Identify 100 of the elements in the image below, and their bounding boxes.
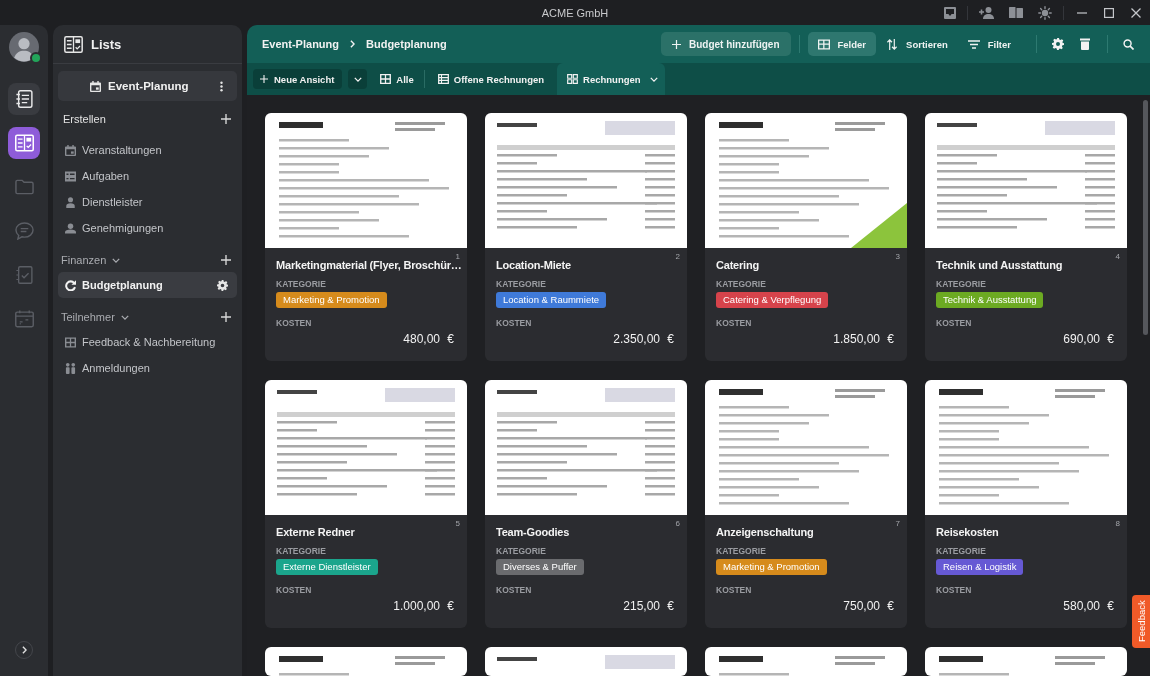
chevron-down-icon[interactable]	[112, 257, 121, 263]
add-user-icon[interactable]	[979, 6, 994, 19]
field-label: KATEGORIE	[276, 545, 326, 557]
chat-icon	[14, 222, 34, 240]
section-title: Finanzen	[61, 254, 107, 266]
card-title: Team-Goodies	[496, 525, 570, 540]
add-icon[interactable]	[221, 114, 231, 124]
search-icon[interactable]	[1123, 38, 1134, 50]
category-tag: Marketing & Promotion	[716, 559, 827, 575]
card[interactable]: 5 Externe Redner KATEGORIE Externe Dienstleister KOSTEN 1.000,00 €	[265, 380, 467, 628]
cost-value: 580,00 €	[1062, 598, 1115, 614]
sidebar-item[interactable]: Aufgaben	[58, 163, 237, 189]
nav-button[interactable]	[8, 83, 40, 115]
calendar-icon	[90, 80, 101, 92]
sun-icon[interactable]	[1038, 5, 1052, 20]
sidebar-item[interactable]: Feedback & Nachbereitung	[58, 329, 237, 355]
table-icon	[65, 336, 76, 348]
card[interactable]: 1 Marketingmaterial (Flyer, Broschür… KATEGORIE Marketing & Promotion KOSTEN 480,00 €	[265, 113, 467, 361]
field-label: KOSTEN	[496, 584, 532, 596]
card[interactable]: 6 Team-Goodies KATEGORIE Diverses & Puffer KOSTEN 215,00 €	[485, 380, 687, 628]
card-number: 5	[455, 519, 460, 529]
scrollbar-thumb[interactable]	[1143, 100, 1148, 335]
add-icon[interactable]	[221, 255, 231, 265]
list-icon	[437, 74, 449, 84]
more-options-icon[interactable]	[220, 80, 223, 92]
section-title: Erstellen	[63, 113, 106, 125]
filter-icon	[967, 38, 980, 50]
view-tab[interactable]: Offene Rechnungen	[427, 63, 555, 95]
category-tag: Catering & Verpflegung	[716, 292, 829, 308]
table-icon	[380, 74, 392, 84]
field-label: KATEGORIE	[716, 545, 766, 557]
filter-button[interactable]: Filter	[957, 32, 1021, 56]
person-icon	[65, 222, 76, 234]
list-icon	[65, 170, 76, 182]
card[interactable]: 4 Technik und Ausstattung KATEGORIE Technik & Ausstattung KOSTEN 690,00 €	[925, 113, 1127, 361]
sidebar-title: Lists	[91, 36, 122, 52]
card-number: 7	[895, 519, 900, 529]
view-tab[interactable]: Alle	[370, 63, 424, 95]
card-title: Technik und Ausstattung	[936, 258, 1063, 273]
person-icon	[65, 196, 76, 208]
trash-icon[interactable]	[1080, 38, 1090, 50]
workspace-selector[interactable]: Event-Planung	[58, 71, 237, 101]
inbox-icon[interactable]	[944, 6, 956, 19]
close-icon[interactable]	[1131, 7, 1141, 18]
window-title: ACME GmbH	[541, 6, 609, 19]
new-view-button[interactable]: Neue Ansicht	[253, 69, 343, 89]
refresh-icon	[65, 279, 76, 291]
chevron-down-icon[interactable]	[120, 314, 129, 320]
cost-value: 1.850,00 €	[832, 331, 895, 347]
card[interactable]: 3 Catering KATEGORIE Catering & Verpflegung KOSTEN 1.850,00 €	[705, 113, 907, 361]
sort-button[interactable]: Sortieren	[876, 32, 958, 56]
card-number: 3	[895, 252, 900, 262]
settings-icon[interactable]	[1052, 38, 1064, 50]
nav-button[interactable]	[8, 127, 40, 159]
card-title: Location-Miete	[496, 258, 571, 273]
cards-icon[interactable]	[1009, 7, 1023, 18]
category-tag: Technik & Ausstattung	[936, 292, 1044, 308]
add-icon[interactable]	[221, 312, 231, 322]
section-title: Teilnehmer	[61, 311, 115, 323]
view-tab[interactable]: Rechnungen	[557, 63, 665, 95]
category-tag: Reisen & Logistik	[936, 559, 1024, 575]
field-label: KOSTEN	[276, 317, 312, 329]
sidebar-item[interactable]: Budgetplanung	[58, 272, 237, 298]
sidebar-item[interactable]: Veranstaltungen	[58, 137, 237, 163]
sort-icon	[886, 38, 899, 50]
chevron-right-icon	[21, 646, 27, 654]
field-label: KATEGORIE	[496, 278, 546, 290]
fields-button[interactable]: Felder	[807, 32, 877, 56]
card-title: Marketingmaterial (Flyer, Broschür…	[276, 259, 462, 273]
card-title: Externe Redner	[276, 525, 355, 540]
notebook-icon	[14, 90, 34, 108]
plus-icon	[672, 39, 681, 49]
minimize-icon[interactable]	[1077, 11, 1087, 14]
card-number: 1	[455, 252, 460, 261]
card-number: 4	[1115, 252, 1120, 262]
cost-value: 480,00 €	[402, 331, 455, 347]
grid-icon	[567, 74, 579, 84]
breadcrumb-link[interactable]: Event-Planung	[262, 38, 339, 50]
avatar-icon[interactable]	[9, 32, 39, 62]
maximize-icon[interactable]	[1104, 7, 1114, 18]
field-label: KATEGORIE	[936, 278, 986, 290]
card[interactable]: 7 Anzeigenschaltung KATEGORIE Marketing & Promotion KOSTEN 750,00 €	[705, 380, 907, 628]
add-budget-button[interactable]: Budget hinzufügen	[661, 32, 791, 56]
card[interactable]: 2 Location-Miete KATEGORIE Location & Raummiete KOSTEN 2.350,00 €	[485, 113, 687, 361]
dropdown-button[interactable]	[348, 69, 368, 89]
sidebar-item[interactable]: Genehmigungen	[58, 215, 237, 241]
category-tag: Diverses & Puffer	[496, 559, 584, 575]
sidebar-item[interactable]: Anmeldungen	[58, 355, 237, 381]
folder-icon	[14, 178, 34, 196]
calendar-icon	[14, 310, 34, 328]
checklist-board-icon	[14, 134, 34, 152]
sidebar-item[interactable]: Dienstleister	[58, 189, 237, 215]
card-title: Reisekosten	[936, 525, 999, 540]
settings-icon[interactable]	[217, 279, 228, 291]
field-label: KOSTEN	[716, 584, 752, 596]
card-title: Anzeigenschaltung	[716, 525, 814, 540]
chevron-down-icon	[353, 76, 362, 82]
chevron-right-icon	[350, 40, 355, 48]
card[interactable]: 8 Reisekosten KATEGORIE Reisen & Logistik KOSTEN 580,00 €	[925, 380, 1127, 628]
field-label: KATEGORIE	[496, 545, 546, 557]
